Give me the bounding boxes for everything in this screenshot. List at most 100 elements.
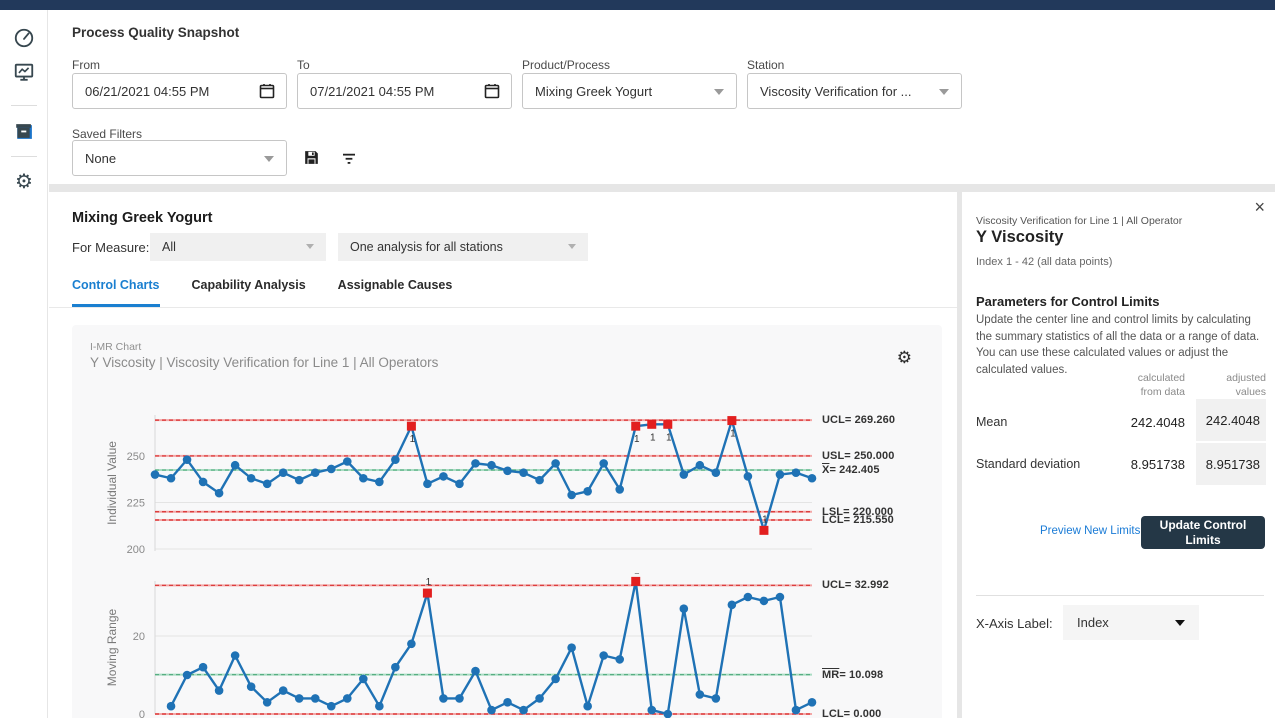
x-axis-dropdown[interactable]: Index <box>1063 605 1199 640</box>
mean-adjusted-input[interactable]: 242.4048 <box>1196 399 1266 441</box>
dashboard-gauge-icon[interactable] <box>13 27 35 49</box>
moving-range-chart[interactable]: 02011Moving RangeUCL= 32.992MR= 10.098LC… <box>100 573 957 718</box>
tab-control-charts[interactable]: Control Charts <box>72 278 160 307</box>
data-point <box>567 491 576 500</box>
imr-chart-card: I-MR Chart Y Viscosity | Viscosity Verif… <box>72 325 942 718</box>
data-point <box>503 698 512 707</box>
chart-settings-gear-icon[interactable]: ⚙ <box>897 349 912 366</box>
svg-text:1: 1 <box>410 434 416 445</box>
analysis-value: One analysis for all stations <box>350 240 503 254</box>
data-point <box>391 455 400 464</box>
to-field <box>297 73 512 109</box>
stdev-adjusted-input[interactable]: 8.951738 <box>1196 443 1266 485</box>
station-dropdown[interactable]: Viscosity Verification for ... <box>747 73 962 109</box>
calendar-icon[interactable] <box>259 83 275 99</box>
data-point <box>647 706 656 715</box>
sidebar-divider <box>11 105 37 106</box>
data-point <box>776 470 785 479</box>
stdev-calculated-value: 8.951738 <box>1105 457 1185 472</box>
data-point <box>295 694 304 703</box>
out-of-control-point <box>647 420 656 429</box>
data-point <box>776 593 785 602</box>
data-point <box>151 470 160 479</box>
data-point <box>439 472 448 481</box>
index-range-label: Index 1 - 42 (all data points) <box>976 256 1112 268</box>
from-label: From <box>72 58 100 72</box>
stdev-row-label: Standard deviation <box>976 457 1080 471</box>
data-point <box>295 476 304 485</box>
product-process-value: Mixing Greek Yogurt <box>535 84 652 99</box>
tab-capability-analysis[interactable]: Capability Analysis <box>192 278 306 307</box>
data-point <box>279 468 288 477</box>
update-control-limits-button[interactable]: Update Control Limits <box>1141 516 1265 549</box>
out-of-control-point <box>759 526 768 535</box>
parameters-section-title: Parameters for Control Limits <box>976 294 1160 309</box>
settings-gear-icon[interactable]: ⚙ <box>13 171 35 193</box>
data-point <box>599 651 608 660</box>
svg-text:Individual Value: Individual Value <box>105 441 119 525</box>
from-date-input[interactable] <box>72 73 287 109</box>
filter-icon[interactable] <box>340 150 360 170</box>
svg-text:250: 250 <box>127 451 145 463</box>
chart-title: Y Viscosity | Viscosity Verification for… <box>90 355 438 370</box>
data-point <box>551 459 560 468</box>
chevron-down-icon <box>264 156 274 162</box>
data-point <box>471 667 480 676</box>
close-icon[interactable]: × <box>1254 198 1265 216</box>
svg-text:1: 1 <box>634 434 640 445</box>
tab-assignable-causes[interactable]: Assignable Causes <box>338 278 453 307</box>
data-point <box>423 480 432 489</box>
data-point <box>167 702 176 711</box>
data-point <box>503 467 512 476</box>
save-filter-icon[interactable] <box>302 148 322 168</box>
sidebar: ⚙ <box>0 10 48 718</box>
top-navy-bar <box>0 0 1275 10</box>
measure-dropdown[interactable]: All <box>150 233 326 261</box>
data-point <box>760 597 769 606</box>
product-process-dropdown[interactable]: Mixing Greek Yogurt <box>522 73 737 109</box>
to-label: To <box>297 58 310 72</box>
mean-calculated-value: 242.4048 <box>1105 415 1185 430</box>
app-window: ⚙ Process Quality Snapshot From To Produ… <box>0 0 1275 718</box>
chevron-down-icon <box>568 244 576 249</box>
data-point <box>712 694 721 703</box>
process-title: Mixing Greek Yogurt <box>72 210 212 226</box>
product-process-label: Product/Process <box>522 58 610 72</box>
individuals-chart[interactable]: 200225250111111Individual ValueUCL= 269.… <box>100 403 957 568</box>
data-point <box>792 468 801 477</box>
data-point <box>615 655 624 664</box>
archive-box-icon[interactable] <box>13 120 35 142</box>
saved-filters-label: Saved Filters <box>72 127 142 141</box>
data-point <box>680 470 689 479</box>
out-of-control-point <box>407 422 416 431</box>
data-point <box>311 468 320 477</box>
out-of-control-point <box>631 577 640 586</box>
svg-text:1: 1 <box>426 577 432 588</box>
limit-label: USL= 250.000 <box>822 450 894 462</box>
saved-filters-dropdown[interactable]: None <box>72 140 287 176</box>
svg-text:1: 1 <box>762 514 768 525</box>
calendar-icon[interactable] <box>484 83 500 99</box>
chevron-down-icon <box>306 244 314 249</box>
to-date-input[interactable] <box>297 73 512 109</box>
data-point <box>519 706 528 715</box>
preview-new-limits-link[interactable]: Preview New Limits <box>1040 525 1140 537</box>
sidebar-divider <box>11 156 37 157</box>
panel-breadcrumb: Viscosity Verification for Line 1 | All … <box>976 215 1182 227</box>
chevron-down-icon <box>1175 620 1185 626</box>
data-point <box>327 702 336 711</box>
data-point <box>167 474 176 483</box>
analysis-dropdown[interactable]: One analysis for all stations <box>338 233 588 261</box>
data-point <box>615 485 624 494</box>
for-measure-label: For Measure: <box>72 240 149 255</box>
data-point <box>487 461 496 470</box>
data-point <box>343 694 352 703</box>
data-point <box>263 480 272 489</box>
data-point <box>567 643 576 652</box>
monitor-chart-icon[interactable] <box>13 61 35 83</box>
out-of-control-point <box>423 589 432 598</box>
limit-label: UCL= 269.260 <box>822 414 895 426</box>
chevron-down-icon <box>714 89 724 95</box>
data-point <box>808 698 817 707</box>
data-point <box>712 468 721 477</box>
